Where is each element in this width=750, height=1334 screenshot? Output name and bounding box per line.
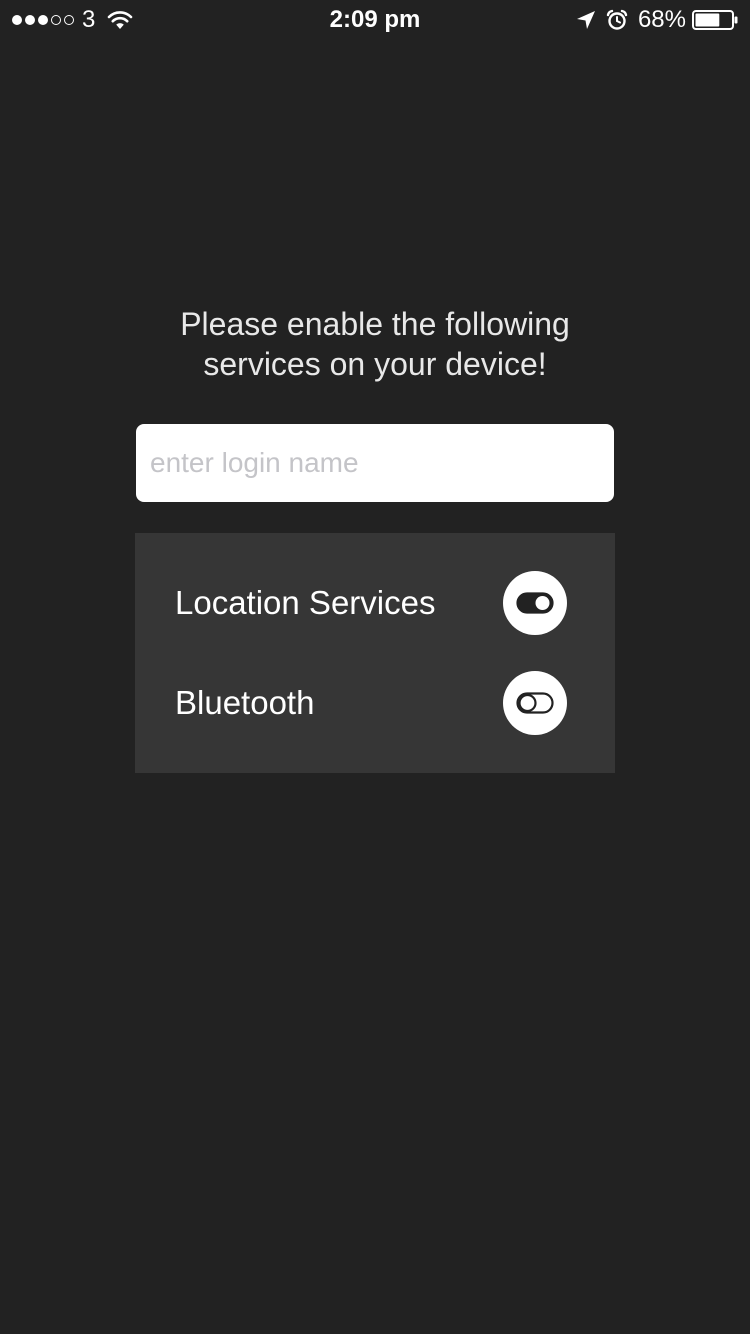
location-services-toggle[interactable] — [503, 571, 567, 635]
status-bar: 3 2:09 pm 68% — [0, 0, 750, 40]
location-services-label: Location Services — [175, 584, 436, 621]
location-arrow-icon — [576, 11, 595, 29]
alarm-icon — [606, 9, 628, 30]
prompt-line-2: services on your device! — [203, 346, 547, 382]
bluetooth-label: Bluetooth — [175, 684, 315, 721]
toggle-on-icon — [516, 592, 554, 614]
service-row-location: Location Services — [135, 553, 615, 653]
prompt-line-1: Please enable the following — [180, 306, 570, 342]
status-right: 68% — [576, 8, 738, 32]
battery-percent: 68% — [637, 6, 686, 33]
battery-icon — [692, 10, 738, 30]
toggle-off-icon — [516, 692, 554, 714]
service-row-bluetooth: Bluetooth — [135, 653, 615, 753]
login-name-input[interactable] — [136, 424, 614, 502]
bluetooth-toggle[interactable] — [503, 671, 567, 735]
services-panel: Location Services Bluetooth — [135, 533, 615, 773]
permissions-prompt: Please enable the following services on … — [60, 304, 690, 384]
